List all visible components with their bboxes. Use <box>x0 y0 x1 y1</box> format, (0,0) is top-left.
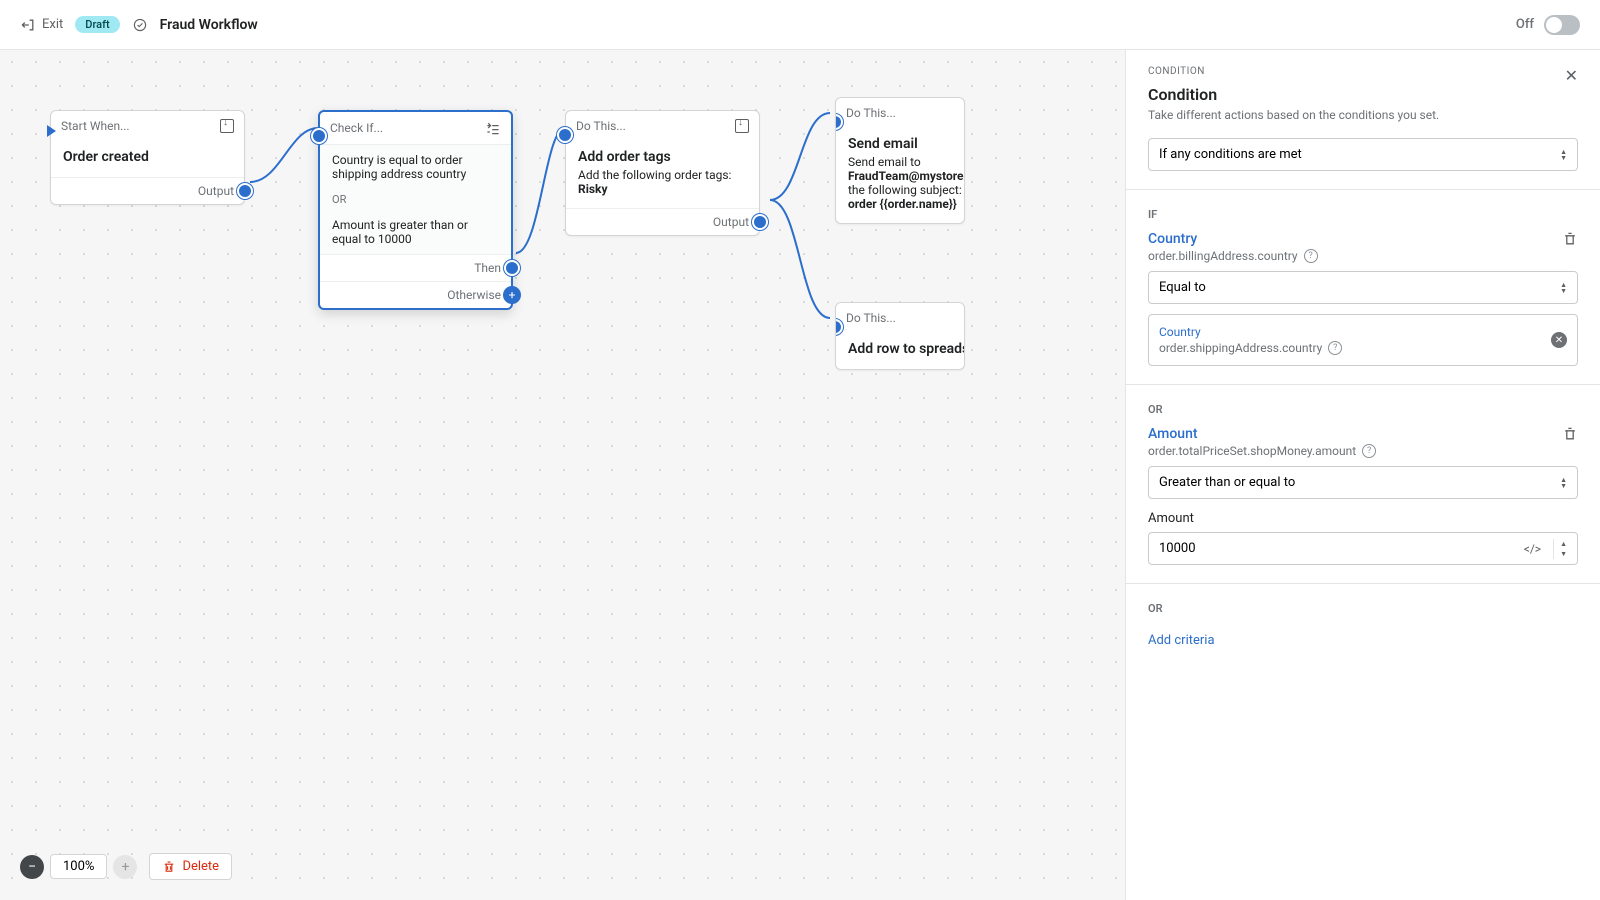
top-bar: Exit Draft Fraud Workflow Off <box>0 0 1600 50</box>
c1-value-box[interactable]: Country order.shippingAddress.country ? … <box>1148 314 1578 366</box>
c2-value-input[interactable] <box>1149 533 1512 564</box>
or-label: OR <box>1148 403 1578 416</box>
node-check-then: Then <box>474 261 501 275</box>
clear-value-button[interactable]: ✕ <box>1551 332 1567 348</box>
condition-icon <box>485 120 501 136</box>
delete-condition-button[interactable] <box>1562 231 1578 251</box>
node-start-label: Start When... <box>61 119 130 133</box>
port-input[interactable] <box>311 128 327 144</box>
code-icon[interactable]: </> <box>1516 542 1549 556</box>
delete-condition-button[interactable] <box>1562 426 1578 446</box>
node-start[interactable]: Start When... Order created Output <box>50 110 245 205</box>
c2-value-label: Amount <box>1148 511 1578 526</box>
help-icon[interactable]: ? <box>1328 341 1342 355</box>
select-caret-icon: ▲▼ <box>1560 149 1567 161</box>
enable-toggle[interactable] <box>1544 15 1580 35</box>
c1-field-path: order.billingAddress.country ? <box>1148 249 1318 263</box>
node-email-title: Send email <box>848 136 952 152</box>
c1-value-path: order.shippingAddress.country ? <box>1159 341 1567 355</box>
node-sheet-label: Do This... <box>846 311 896 325</box>
zoom-value[interactable]: 100% <box>50 854 107 879</box>
add-criteria-button[interactable]: Add criteria <box>1148 633 1215 648</box>
node-tags-output-label: Output <box>713 215 749 229</box>
node-check-otherwise: Otherwise <box>447 288 501 302</box>
import-icon[interactable] <box>735 119 749 133</box>
exit-label: Exit <box>42 17 63 32</box>
c2-operator-select[interactable]: Greater than or equal to ▲▼ <box>1148 466 1578 499</box>
condition-mode-value: If any conditions are met <box>1159 147 1302 162</box>
condition-sidebar: CONDITION Condition ✕ Take different act… <box>1125 50 1600 900</box>
c2-value-input-wrap: </> ▲▼ <box>1148 532 1578 565</box>
exit-icon <box>20 17 36 33</box>
exit-button[interactable]: Exit <box>20 17 63 33</box>
port-output[interactable] <box>237 183 253 199</box>
import-icon[interactable] <box>220 119 234 133</box>
c1-value-name: Country <box>1159 325 1567 339</box>
c2-operator-value: Greater than or equal to <box>1159 475 1295 490</box>
port-then[interactable] <box>504 260 520 276</box>
node-tags-label: Do This... <box>576 119 626 133</box>
close-button[interactable]: ✕ <box>1565 66 1578 85</box>
toggle-label: Off <box>1516 17 1534 32</box>
node-email-l4: order {{order.name}} <box>848 197 952 211</box>
delete-label: Delete <box>182 859 219 874</box>
port-input[interactable] <box>557 127 573 143</box>
if-label: IF <box>1148 208 1578 221</box>
zoom-in-button[interactable]: + <box>113 855 137 879</box>
sidebar-title: Condition <box>1148 85 1217 104</box>
node-check[interactable]: Check If... Country is equal to order sh… <box>318 110 513 310</box>
node-tags[interactable]: Do This... Add order tags Add the follow… <box>565 110 760 236</box>
node-tags-desc: Add the following order tags: Risky <box>578 168 747 196</box>
play-icon <box>47 125 56 137</box>
trash-icon <box>162 860 176 874</box>
zoom-out-button[interactable]: − <box>20 855 44 879</box>
node-check-cond1: Country is equal to order shipping addre… <box>320 144 511 189</box>
c1-field-name[interactable]: Country <box>1148 231 1318 247</box>
condition-mode-select[interactable]: If any conditions are met ▲▼ <box>1148 138 1578 171</box>
delete-button[interactable]: Delete <box>149 853 232 880</box>
or-label-2: OR <box>1148 602 1578 615</box>
select-caret-icon: ▲▼ <box>1560 477 1567 489</box>
node-start-output-label: Output <box>198 184 234 198</box>
node-check-or: OR <box>320 189 511 210</box>
sidebar-desc: Take different actions based on the cond… <box>1148 108 1578 122</box>
node-email[interactable]: Do This... Send email Send email to Frau… <box>835 97 965 224</box>
sidebar-eyebrow: CONDITION <box>1148 66 1217 77</box>
status-check-icon <box>132 17 148 33</box>
node-email-l1: Send email to <box>848 155 952 169</box>
select-caret-icon: ▲▼ <box>1560 282 1567 294</box>
node-start-title: Order created <box>63 149 149 165</box>
node-check-label: Check If... <box>330 121 383 135</box>
number-stepper[interactable]: ▲▼ <box>1553 539 1573 559</box>
node-sheet-title: Add row to spreadshe <box>848 341 965 357</box>
c1-operator-select[interactable]: Equal to ▲▼ <box>1148 271 1578 304</box>
node-email-label: Do This... <box>846 106 896 120</box>
draft-badge: Draft <box>75 16 119 33</box>
node-check-cond2: Amount is greater than or equal to 10000 <box>320 210 511 254</box>
node-email-l2: FraudTeam@mystore.co <box>848 169 952 183</box>
port-output[interactable] <box>752 214 768 230</box>
add-branch-button[interactable]: + <box>503 286 521 304</box>
help-icon[interactable]: ? <box>1362 444 1376 458</box>
node-tags-title: Add order tags <box>578 149 747 165</box>
node-email-l3: the following subject: Rev <box>848 183 952 197</box>
c2-field-name[interactable]: Amount <box>1148 426 1376 442</box>
canvas-toolbar: − 100% + Delete <box>20 853 232 880</box>
node-sheet[interactable]: Do This... Add row to spreadshe <box>835 302 965 370</box>
help-icon[interactable]: ? <box>1304 249 1318 263</box>
workflow-title: Fraud Workflow <box>160 17 258 33</box>
c1-operator-value: Equal to <box>1159 280 1206 295</box>
c2-field-path: order.totalPriceSet.shopMoney.amount ? <box>1148 444 1376 458</box>
